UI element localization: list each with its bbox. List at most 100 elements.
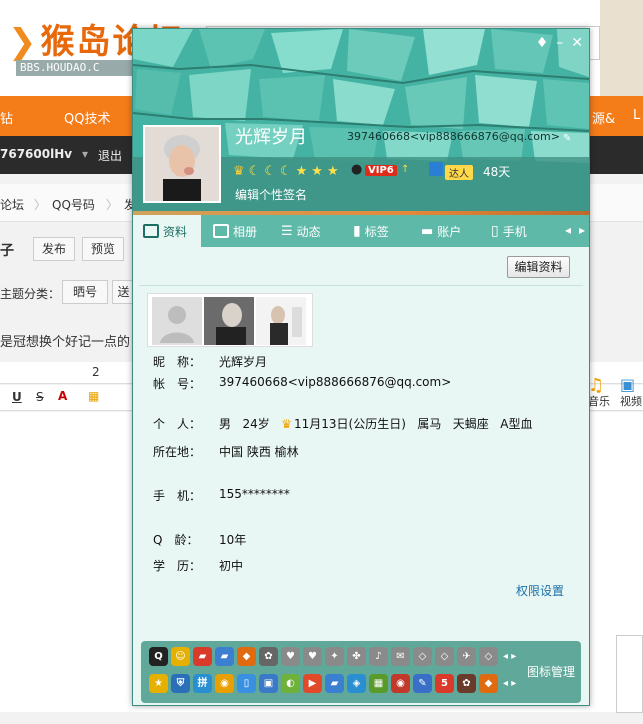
- plane-icon[interactable]: ✈: [457, 647, 476, 666]
- nav-item[interactable]: 源&: [592, 108, 615, 127]
- tab-feed[interactable]: ☰ 动态: [281, 215, 321, 247]
- avatar[interactable]: [143, 125, 221, 203]
- qq-live-icon[interactable]: ▶: [303, 674, 322, 693]
- category-option[interactable]: 晒号: [62, 280, 108, 304]
- chevron-down-icon[interactable]: ▾: [82, 147, 88, 161]
- tab-account[interactable]: ▬ 账户: [421, 215, 461, 247]
- qq-pinyin-icon[interactable]: 拼: [193, 674, 212, 693]
- penguin-icon[interactable]: Q: [149, 647, 168, 666]
- background-color-icon[interactable]: ▦: [88, 389, 99, 403]
- album-icon: [213, 224, 229, 238]
- photo-thumbnail[interactable]: [204, 297, 254, 345]
- qq-pet-icon[interactable]: ✿: [259, 647, 278, 666]
- tab-phone[interactable]: ▯ 手机: [491, 215, 527, 247]
- photo-thumbnail[interactable]: [152, 297, 202, 345]
- breadcrumb-item[interactable]: QQ号码: [52, 196, 95, 213]
- breadcrumb-item[interactable]: 论坛: [0, 196, 24, 213]
- default-avatar-icon: [152, 297, 202, 345]
- signature-edit[interactable]: 编辑个性签名: [235, 186, 307, 203]
- zodiac-value: 属马: [417, 417, 442, 431]
- diamond-icon[interactable]: ◇: [479, 647, 498, 666]
- tab-album[interactable]: 相册: [213, 215, 257, 247]
- video-icon[interactable]: ▣: [620, 375, 635, 394]
- font-size-select[interactable]: 2: [92, 365, 100, 379]
- qq-wallet-icon[interactable]: ◉: [215, 674, 234, 693]
- icon-manage-link[interactable]: 图标管理: [527, 663, 575, 680]
- minimize-icon[interactable]: –: [556, 35, 563, 51]
- shield-icon[interactable]: ⛨: [171, 674, 190, 693]
- tab-tags[interactable]: ▮ 标签: [353, 215, 389, 247]
- side-ad-image: [616, 635, 643, 713]
- close-icon[interactable]: ✕: [571, 35, 583, 51]
- username-link[interactable]: 767600lHv: [0, 147, 72, 161]
- field-label: Q 龄：: [153, 533, 199, 547]
- star-icon[interactable]: ★: [149, 674, 168, 693]
- video-label[interactable]: 视频: [620, 393, 642, 409]
- qq-video-icon[interactable]: ▰: [325, 674, 344, 693]
- qq-game-icon[interactable]: ◆: [237, 647, 256, 666]
- heart-icon[interactable]: ♥: [281, 647, 300, 666]
- edit-profile-button[interactable]: 编辑资料: [507, 256, 570, 278]
- logout-link[interactable]: 退出: [98, 147, 122, 164]
- profile-tabs: 资料 相册 ☰ 动态 ▮ 标签 ▬ 账户 ▯ 手机 ◂ ▸: [133, 215, 589, 247]
- qq-music-icon[interactable]: ♪: [369, 647, 388, 666]
- phone-icon: ▯: [491, 223, 499, 239]
- qq-computer-icon[interactable]: ▣: [259, 674, 278, 693]
- gender-value: 男: [219, 417, 232, 431]
- chevron-right-icon: 〉: [34, 198, 47, 212]
- font-color-icon[interactable]: A: [58, 389, 67, 403]
- qq-pet-icon[interactable]: ✦: [325, 647, 344, 666]
- qq-pet-icon[interactable]: ✿: [457, 674, 476, 693]
- nav-item[interactable]: L: [633, 108, 640, 123]
- crown-icon: ♛: [281, 417, 292, 431]
- qq-game-icon[interactable]: ◉: [391, 674, 410, 693]
- constellation-value: 天蝎座: [452, 417, 489, 431]
- star-icon: ★: [311, 164, 323, 179]
- tab-profile[interactable]: 资料: [133, 215, 201, 247]
- music-label[interactable]: 音乐: [588, 393, 610, 409]
- field-label: 手 机：: [153, 489, 202, 503]
- arrow-up-icon: ↑: [401, 164, 410, 175]
- qq-car-icon[interactable]: ▰: [193, 647, 212, 666]
- photo-thumbnail[interactable]: [256, 297, 306, 345]
- icon-row-arrows[interactable]: ◂ ▸: [503, 678, 516, 689]
- chevron-right-icon[interactable]: ▸: [579, 223, 585, 237]
- nav-item-qq-tech[interactable]: QQ技术: [64, 108, 110, 127]
- qq-farm-icon[interactable]: ✤: [347, 647, 366, 666]
- subject-input[interactable]: 是冠想换个好记一点的: [0, 331, 130, 350]
- qq-farm-icon[interactable]: ▦: [369, 674, 388, 693]
- underline-icon[interactable]: U: [12, 390, 22, 404]
- vip-badge[interactable]: VIP6: [365, 165, 397, 176]
- nav-item[interactable]: 钻: [0, 108, 13, 127]
- icon-row: ★ ⛨ 拼 ◉ ▯ ▣ ◐ ▶ ▰ ◈ ▦ ◉ ✎ 5 ✿ ◆: [149, 674, 498, 693]
- profile-card-icon: [143, 224, 159, 238]
- diamond-icon[interactable]: ◇: [435, 647, 454, 666]
- field-label: 所在地：: [153, 445, 202, 459]
- header-banner-image: [600, 0, 643, 96]
- qq-game-icon[interactable]: ◆: [479, 674, 498, 693]
- qq-mobile-icon[interactable]: ▯: [237, 674, 256, 693]
- publish-button[interactable]: 发布: [33, 237, 75, 261]
- qq-browser-icon[interactable]: ◐: [281, 674, 300, 693]
- qq-zone-icon[interactable]: ◈: [347, 674, 366, 693]
- qq-show-icon[interactable]: ☺: [171, 647, 190, 666]
- skin-icon[interactable]: ♦: [536, 35, 549, 51]
- qq-level-icon[interactable]: 5: [435, 674, 454, 693]
- edit-pencil-icon[interactable]: ✎: [563, 133, 571, 144]
- preview-button[interactable]: 预览: [82, 237, 124, 261]
- category-option[interactable]: 送: [112, 280, 134, 304]
- strikethrough-icon[interactable]: S: [36, 390, 44, 404]
- daren-badge[interactable]: 达人: [445, 165, 473, 180]
- qq-pet-icon[interactable]: ✎: [413, 674, 432, 693]
- star-icon: ★: [295, 164, 308, 179]
- icon-row-arrows[interactable]: ◂ ▸: [503, 651, 516, 662]
- diamond-icon[interactable]: ◇: [413, 647, 432, 666]
- permission-settings-link[interactable]: 权限设置: [516, 582, 564, 599]
- heart-icon[interactable]: ♥: [303, 647, 322, 666]
- birthday-value: 11月13日(公历生日): [293, 417, 406, 431]
- qq-speed-icon[interactable]: ▰: [215, 647, 234, 666]
- chevron-left-icon[interactable]: ◂: [565, 223, 571, 237]
- qq-mail-icon[interactable]: ✉: [391, 647, 410, 666]
- qq-level-icons[interactable]: ♛ ☾ ☾ ☾ ★ ★ ★: [233, 164, 339, 179]
- wallet-icon: ▬: [421, 223, 434, 239]
